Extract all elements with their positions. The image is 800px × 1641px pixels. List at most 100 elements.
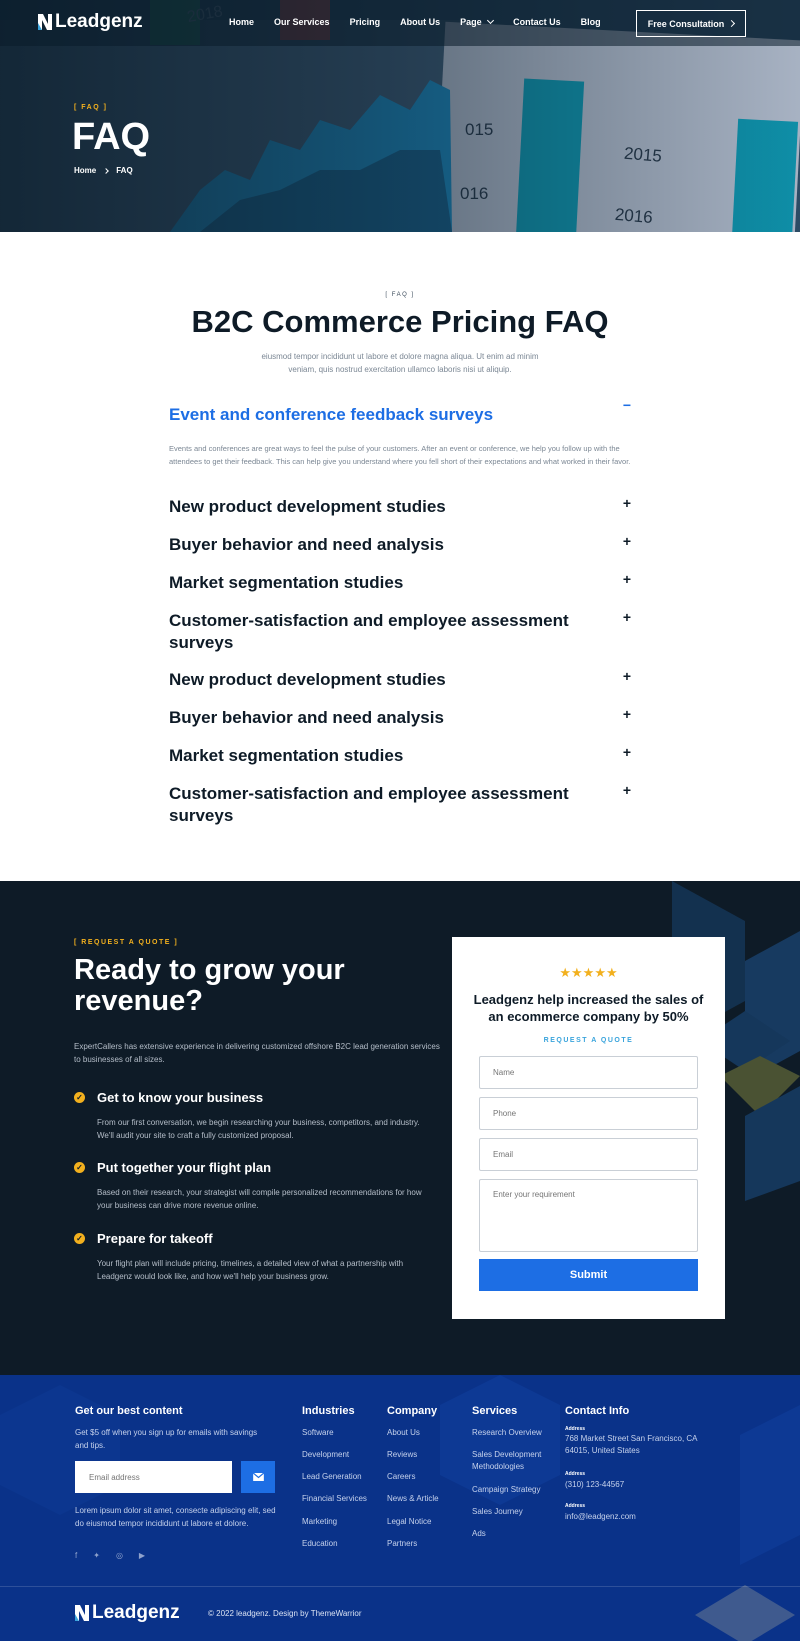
faq-question: New product development studies xyxy=(169,670,446,689)
plus-icon[interactable]: + xyxy=(623,496,631,510)
rating-stars-icon: ★★★★★ xyxy=(559,965,618,980)
nav-contact-us[interactable]: Contact Us xyxy=(513,17,561,27)
newsletter-submit-button[interactable] xyxy=(241,1461,275,1493)
logo-icon xyxy=(75,1605,89,1621)
faq-question: Event and conference feedback surveys xyxy=(169,405,494,424)
faq-item[interactable]: Market segmentation studies + xyxy=(169,572,631,594)
contact-address: 768 Market Street San Francisco, CA 6401… xyxy=(565,1434,698,1455)
plus-icon[interactable]: + xyxy=(623,572,631,586)
footer-link[interactable]: Sales Journey xyxy=(472,1506,523,1518)
footer-link[interactable]: News & Article xyxy=(387,1493,439,1505)
faq-item[interactable]: Market segmentation studies + xyxy=(169,745,631,767)
submit-button[interactable]: Submit xyxy=(479,1259,698,1291)
footer-link[interactable]: Software xyxy=(302,1427,334,1439)
footer-logo[interactable]: Leadgenz xyxy=(75,1602,180,1624)
nav-home[interactable]: Home xyxy=(229,17,254,27)
footer-link[interactable]: About Us xyxy=(387,1427,420,1439)
twitter-icon[interactable]: ✦ xyxy=(93,1551,100,1560)
nav-page[interactable]: Page xyxy=(460,16,495,27)
contact-phone[interactable]: (310) 123-44567 xyxy=(565,1478,624,1491)
faq-item[interactable]: Customer-satisfaction and employee asses… xyxy=(169,783,631,827)
newsletter-title: Get our best content xyxy=(75,1405,183,1417)
footer-link[interactable]: Ads xyxy=(472,1528,486,1540)
plus-icon[interactable]: + xyxy=(623,745,631,759)
plus-icon[interactable]: + xyxy=(623,707,631,721)
requirement-field[interactable] xyxy=(479,1179,698,1252)
site-logo[interactable]: Leadgenz xyxy=(38,11,143,33)
footer-link[interactable]: Lead Generation xyxy=(302,1471,362,1483)
facebook-icon[interactable]: f xyxy=(75,1551,77,1560)
chevron-down-icon xyxy=(487,16,495,25)
chevron-right-icon xyxy=(103,168,110,174)
check-icon: ✓ xyxy=(74,1092,85,1103)
faq-item[interactable]: Customer-satisfaction and employee asses… xyxy=(169,610,631,654)
instagram-icon[interactable]: ◎ xyxy=(116,1551,123,1560)
footer-about-text: Lorem ipsum dolor sit amet, consecte adi… xyxy=(75,1506,276,1528)
faq-question: Buyer behavior and need analysis xyxy=(169,708,444,727)
footer-link[interactable]: Financial Services xyxy=(302,1493,367,1505)
logo-icon xyxy=(38,14,52,30)
page-title: FAQ xyxy=(72,116,151,158)
plus-icon[interactable]: + xyxy=(623,610,631,624)
phone-field[interactable] xyxy=(479,1097,698,1130)
step-title: Get to know your business xyxy=(97,1090,264,1105)
newsletter-email-input[interactable] xyxy=(75,1461,232,1493)
footer-link[interactable]: Development xyxy=(302,1449,349,1461)
quote-text: ExpertCallers has extensive experience i… xyxy=(74,1042,440,1064)
quote-eyebrow: [ REQUEST A QUOTE ] xyxy=(74,939,179,946)
footer-link[interactable]: Reviews xyxy=(387,1449,417,1461)
faq-question: Customer-satisfaction and employee asses… xyxy=(169,611,569,652)
step-title: Prepare for takeoff xyxy=(97,1231,213,1246)
copyright: © 2022 leadgenz. Design by ThemeWarrior xyxy=(208,1609,362,1618)
faq-question: Market segmentation studies xyxy=(169,746,404,765)
logo-text: Leadgenz xyxy=(55,11,143,32)
envelope-icon xyxy=(252,1473,264,1481)
footer-link[interactable]: Partners xyxy=(387,1538,417,1550)
services-title: Services xyxy=(472,1405,518,1417)
contact-title: Contact Info xyxy=(565,1405,630,1417)
nav-our-services[interactable]: Our Services xyxy=(274,17,330,27)
footer-link[interactable]: Marketing xyxy=(302,1516,337,1528)
faq-item[interactable]: Buyer behavior and need analysis + xyxy=(169,707,631,729)
name-field[interactable] xyxy=(479,1056,698,1089)
social-links: f ✦ ◎ ▶ xyxy=(75,1551,145,1560)
footer-divider xyxy=(0,1586,800,1587)
card-eyebrow: REQUEST A QUOTE xyxy=(543,1037,634,1044)
plus-icon[interactable]: + xyxy=(623,669,631,683)
check-icon: ✓ xyxy=(74,1162,85,1173)
breadcrumb-home[interactable]: Home xyxy=(74,166,96,175)
plus-icon[interactable]: + xyxy=(623,783,631,797)
quote-title: Ready to grow your revenue? xyxy=(74,954,345,1017)
nav-pricing[interactable]: Pricing xyxy=(350,17,381,27)
footer-link[interactable]: Education xyxy=(302,1538,338,1550)
contact-label: Address xyxy=(565,1426,586,1432)
youtube-icon[interactable]: ▶ xyxy=(139,1551,145,1560)
footer-link[interactable]: Sales Development Methodologies xyxy=(472,1449,552,1473)
email-field[interactable] xyxy=(479,1138,698,1171)
minus-icon[interactable]: − xyxy=(623,398,631,412)
nav-about-us[interactable]: About Us xyxy=(400,17,440,27)
faq-item-open[interactable]: Event and conference feedback surveys − xyxy=(169,398,631,426)
faq-answer: Events and conferences are great ways to… xyxy=(169,444,631,466)
contact-email[interactable]: info@leadgenz.com xyxy=(565,1510,636,1523)
faq-item[interactable]: New product development studies + xyxy=(169,496,631,518)
faq-item[interactable]: New product development studies + xyxy=(169,669,631,691)
faq-item[interactable]: Buyer behavior and need analysis + xyxy=(169,534,631,556)
footer-link[interactable]: Research Overview xyxy=(472,1427,542,1439)
step-title: Put together your flight plan xyxy=(97,1160,272,1175)
free-consultation-button[interactable]: Free Consultation xyxy=(636,10,746,37)
faq-description: eiusmod tempor incididunt ut labore et d… xyxy=(261,352,539,374)
chevron-right-icon xyxy=(728,19,736,28)
faq-question: Buyer behavior and need analysis xyxy=(169,535,444,554)
contact-label: Address xyxy=(565,1503,586,1509)
faq-question: New product development studies xyxy=(169,497,446,516)
quote-form-card: ★★★★★ Leadgenz help increased the sales … xyxy=(452,937,725,1319)
plus-icon[interactable]: + xyxy=(623,534,631,548)
footer-link[interactable]: Legal Notice xyxy=(387,1516,431,1528)
footer-link[interactable]: Careers xyxy=(387,1471,415,1483)
footer-logo-text: Leadgenz xyxy=(92,1602,180,1623)
contact-label: Address xyxy=(565,1471,586,1477)
free-consultation-label: Free Consultation xyxy=(647,18,725,29)
footer-link[interactable]: Campaign Strategy xyxy=(472,1484,540,1496)
nav-blog[interactable]: Blog xyxy=(581,17,601,27)
